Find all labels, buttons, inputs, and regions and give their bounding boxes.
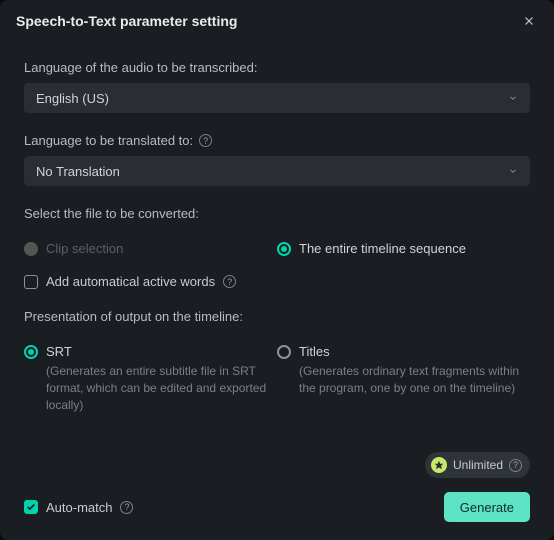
transcribe-label: Language of the audio to be transcribed: [24,60,530,75]
presentation-label: Presentation of output on the timeline: [24,309,530,324]
translate-language-value: No Translation [36,164,120,179]
dialog-body: Language of the audio to be transcribed:… [0,40,554,492]
chevron-down-icon [508,93,518,103]
help-icon[interactable]: ? [120,501,133,514]
radio-titles-desc: (Generates ordinary text fragments withi… [299,363,530,397]
radio-timeline-label: The entire timeline sequence [299,241,466,256]
auto-match-row[interactable]: Auto-match ? [24,500,133,515]
radio-srt[interactable]: SRT (Generates an entire subtitle file i… [24,344,277,413]
radio-titles-label: Titles [299,344,530,359]
dialog-header: Speech-to-Text parameter setting [0,0,554,40]
transcribe-language-value: English (US) [36,91,109,106]
radio-srt-desc: (Generates an entire subtitle file in SR… [46,363,277,413]
presentation-row: SRT (Generates an entire subtitle file i… [24,344,530,413]
close-button[interactable] [520,12,538,30]
help-icon[interactable]: ? [223,275,236,288]
stt-settings-dialog: Speech-to-Text parameter setting Languag… [0,0,554,540]
auto-match-checkbox[interactable] [24,500,38,514]
dialog-footer: Auto-match ? Generate [0,492,554,540]
unlimited-label: Unlimited [453,458,503,472]
auto-words-label: Add automatical active words [46,274,215,289]
translate-language-select[interactable]: No Translation [24,156,530,186]
radio-circle-icon [277,242,291,256]
generate-button[interactable]: Generate [444,492,530,522]
chevron-down-icon [508,166,518,176]
star-badge-icon [431,457,447,473]
radio-circle-icon [24,242,38,256]
radio-clip-label: Clip selection [46,241,123,256]
dialog-title: Speech-to-Text parameter setting [16,13,237,29]
auto-words-checkbox-row[interactable]: Add automatical active words ? [24,274,530,289]
radio-circle-icon [24,345,38,359]
close-icon [522,14,536,28]
unlimited-row: Unlimited ? [24,452,530,478]
check-icon [26,502,36,512]
file-select-label: Select the file to be converted: [24,206,530,221]
unlimited-pill[interactable]: Unlimited ? [425,452,530,478]
auto-words-checkbox[interactable] [24,275,38,289]
help-icon[interactable]: ? [509,459,522,472]
radio-clip-selection: Clip selection [24,241,277,256]
radio-entire-timeline[interactable]: The entire timeline sequence [277,241,530,256]
radio-circle-icon [277,345,291,359]
help-icon[interactable]: ? [199,134,212,147]
file-select-row: Clip selection The entire timeline seque… [24,241,530,256]
auto-match-label: Auto-match [46,500,112,515]
translate-label: Language to be translated to: ? [24,133,530,148]
transcribe-language-select[interactable]: English (US) [24,83,530,113]
radio-srt-label: SRT [46,344,277,359]
radio-titles[interactable]: Titles (Generates ordinary text fragment… [277,344,530,397]
